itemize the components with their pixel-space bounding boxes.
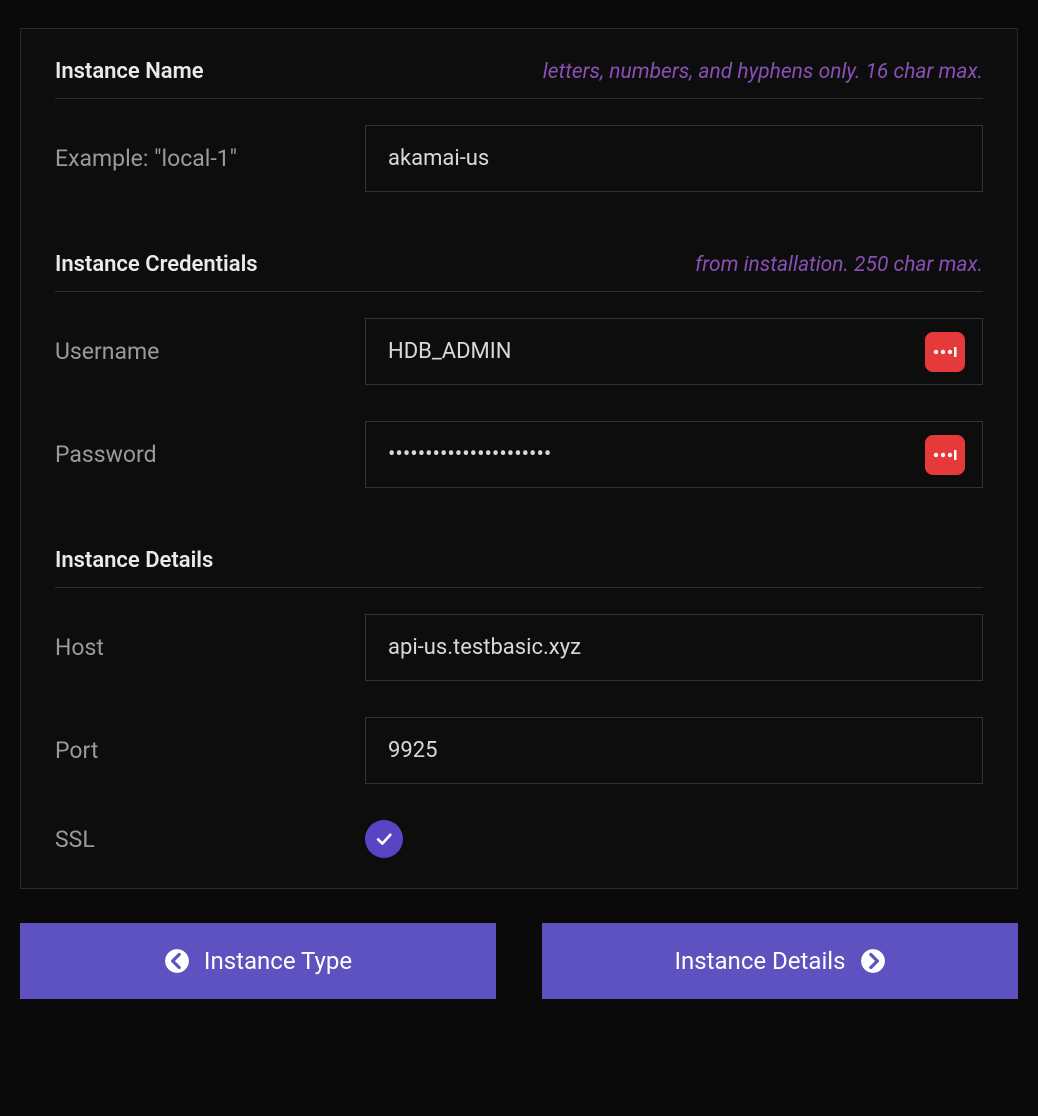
row-instance-name: Example: "local-1" bbox=[55, 125, 983, 192]
input-wrapper-username bbox=[365, 318, 983, 385]
section-hint-credentials: from installation. 250 char max. bbox=[695, 253, 983, 277]
row-host: Host bbox=[55, 614, 983, 681]
section-title-name: Instance Name bbox=[55, 59, 204, 84]
label-instance-name-example: Example: "local-1" bbox=[55, 145, 345, 172]
input-wrapper-ssl bbox=[365, 820, 983, 858]
chevron-left-circle-icon bbox=[164, 948, 190, 974]
row-port: Port bbox=[55, 717, 983, 784]
input-wrapper-instance-name bbox=[365, 125, 983, 192]
host-input[interactable] bbox=[365, 614, 983, 681]
section-hint-name: letters, numbers, and hyphens only. 16 c… bbox=[543, 60, 983, 84]
label-host: Host bbox=[55, 634, 345, 661]
label-password: Password bbox=[55, 441, 345, 468]
section-title-details: Instance Details bbox=[55, 548, 213, 573]
ssl-toggle[interactable] bbox=[365, 820, 403, 858]
row-username: Username bbox=[55, 318, 983, 385]
label-ssl: SSL bbox=[55, 826, 345, 853]
prev-button[interactable]: Instance Type bbox=[20, 923, 496, 999]
next-button-label: Instance Details bbox=[674, 947, 845, 975]
input-wrapper-host bbox=[365, 614, 983, 681]
port-input[interactable] bbox=[365, 717, 983, 784]
label-username: Username bbox=[55, 338, 345, 365]
chevron-right-circle-icon bbox=[860, 948, 886, 974]
section-header-name: Instance Name letters, numbers, and hyph… bbox=[55, 59, 983, 99]
instance-name-input[interactable] bbox=[365, 125, 983, 192]
section-header-details: Instance Details bbox=[55, 548, 983, 588]
password-manager-icon[interactable] bbox=[925, 332, 965, 372]
section-title-credentials: Instance Credentials bbox=[55, 252, 258, 277]
label-port: Port bbox=[55, 737, 345, 764]
input-wrapper-password bbox=[365, 421, 983, 488]
next-button[interactable]: Instance Details bbox=[542, 923, 1018, 999]
prev-button-label: Instance Type bbox=[204, 947, 352, 975]
input-wrapper-port bbox=[365, 717, 983, 784]
check-icon bbox=[374, 829, 394, 849]
form-panel: Instance Name letters, numbers, and hyph… bbox=[20, 28, 1018, 889]
section-header-credentials: Instance Credentials from installation. … bbox=[55, 252, 983, 292]
password-input[interactable] bbox=[365, 421, 983, 488]
password-manager-icon[interactable] bbox=[925, 435, 965, 475]
row-ssl: SSL bbox=[55, 820, 983, 858]
username-input[interactable] bbox=[365, 318, 983, 385]
row-password: Password bbox=[55, 421, 983, 488]
footer-nav: Instance Type Instance Details bbox=[20, 923, 1018, 999]
